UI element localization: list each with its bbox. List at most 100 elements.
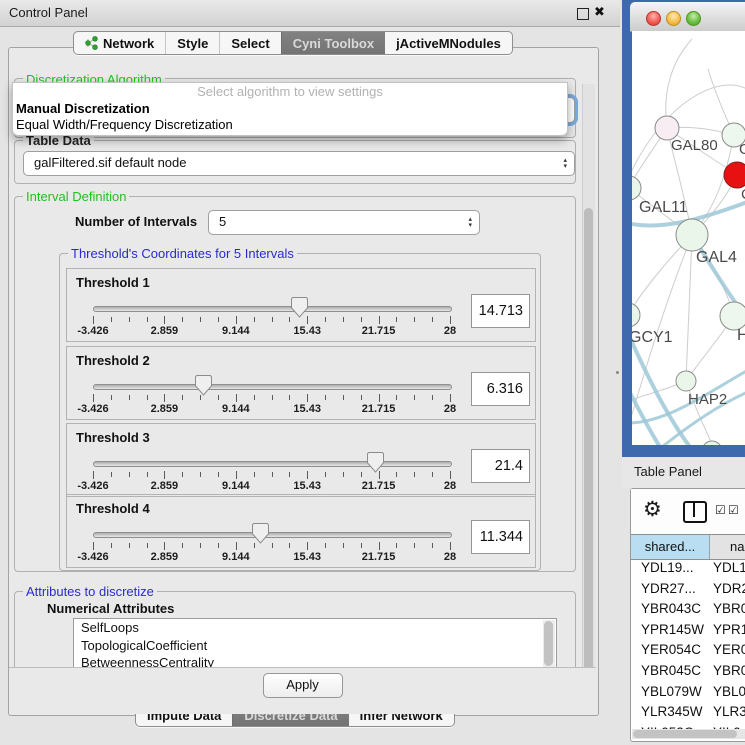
network-node-h[interactable] <box>720 302 745 330</box>
close-icon[interactable]: ✖ <box>594 4 605 20</box>
combobox-stepper-icon: ▴▾ <box>563 152 567 175</box>
slider-thumb[interactable] <box>367 452 384 473</box>
attribute-list-item[interactable]: SelfLoops <box>74 619 556 637</box>
table-row[interactable]: YBL079WYBL0 <box>631 682 745 703</box>
threshold-value-field[interactable]: 14.713 <box>471 294 530 328</box>
control-tab-style[interactable]: Style <box>165 32 219 54</box>
table-body: YDL19...YDL1YDR27...YDR2YBR043C YBR0 YPR14… <box>631 558 745 729</box>
thresholds-group: Threshold's Coordinates for 5 Intervals … <box>59 253 541 571</box>
node-label: H <box>737 327 745 344</box>
float-window-icon[interactable] <box>577 8 589 20</box>
split-columns-icon[interactable] <box>683 501 707 523</box>
scale-label: 9.144 <box>222 551 250 563</box>
table-row[interactable]: YER054CYER0 <box>631 640 745 661</box>
scale-label: 2.859 <box>151 403 179 415</box>
cell-name: YDL1 <box>713 560 745 575</box>
threshold-slider-row: Threshold 4 -3.4262.8599.14415.4321.7152… <box>66 494 536 568</box>
attribute-list-item[interactable]: TopologicalCoefficient <box>74 637 556 655</box>
numerical-attributes-list[interactable]: SelfLoopsTopologicalCoefficientBetweenne… <box>73 618 557 670</box>
scale-label: 15.43 <box>293 325 321 337</box>
minimize-traffic-light[interactable] <box>666 11 681 26</box>
control-tab-network[interactable]: Network <box>74 32 165 54</box>
scale-label: 9.144 <box>222 325 250 337</box>
table-row[interactable]: YBR045CYBR0 <box>631 661 745 682</box>
cell-shared-name: YBR043C <box>641 601 701 616</box>
table-row[interactable]: YDR27...YDR2 <box>631 579 745 600</box>
slider-scale-labels: -3.4262.8599.14415.4321.71528 <box>93 480 450 492</box>
cell-name: YER0 <box>713 642 745 657</box>
list-scrollbar[interactable] <box>543 620 555 668</box>
slider-track[interactable] <box>93 384 452 390</box>
network-node[interactable] <box>702 441 722 445</box>
scale-label: 28 <box>444 551 456 563</box>
control-tab-jactivemnodules[interactable]: jActiveMNodules <box>385 32 512 54</box>
close-traffic-light[interactable] <box>646 11 661 26</box>
table-row[interactable]: YBR043C YBR0 <box>631 599 745 620</box>
node-label: GCY1 <box>632 329 673 346</box>
table-data-group: Table Data galFiltered.sif default node … <box>14 140 576 184</box>
slider-track[interactable] <box>93 532 452 538</box>
slider-thumb[interactable] <box>252 523 269 544</box>
tab-label: Network <box>103 36 154 51</box>
node-label: GAL4 <box>696 249 737 266</box>
control-tab-select[interactable]: Select <box>219 32 280 54</box>
tab-label: Style <box>177 36 208 51</box>
scale-label: 15.43 <box>293 551 321 563</box>
cell-name: YLR3 <box>713 704 745 719</box>
column-header-shared-name[interactable]: shared... <box>631 535 710 559</box>
threshold-label: Threshold 2 <box>76 353 150 368</box>
dropdown-item[interactable]: Equal Width/Frequency Discretization <box>13 117 567 133</box>
slider-track[interactable] <box>93 306 452 312</box>
num-intervals-label: Number of Intervals <box>75 214 197 229</box>
num-intervals-value: 5 <box>219 214 226 229</box>
dropdown-placeholder-item[interactable]: Select algorithm to view settings <box>13 83 567 101</box>
cell-shared-name: YPR145W <box>641 622 704 637</box>
table-panel: ⚙ ☑ ☑ shared... na YDL19...YDL1YDR27...Y… <box>630 488 745 742</box>
network-canvas[interactable]: GAL80GACGAL11GAL4GCY1HHAP2 <box>632 31 745 445</box>
node-label: GA <box>739 141 745 158</box>
threshold-value-field[interactable]: 11.344 <box>471 520 530 554</box>
slider-track[interactable] <box>93 461 452 467</box>
scale-label: 9.144 <box>222 480 250 492</box>
split-divider-handle[interactable] <box>616 371 619 374</box>
interval-group-title: Interval Definition <box>23 189 129 204</box>
num-intervals-combobox[interactable]: 5 ▴▾ <box>208 210 480 235</box>
gear-icon[interactable]: ⚙ <box>643 497 662 522</box>
network-node-c[interactable] <box>724 162 745 188</box>
slider-thumb[interactable] <box>291 297 308 318</box>
network-node-gcy1[interactable] <box>632 303 640 327</box>
network-node-hap2[interactable] <box>676 371 696 391</box>
network-node-gal4[interactable] <box>676 219 708 251</box>
dropdown-item[interactable]: Manual Discretization <box>13 101 567 117</box>
scale-label: 21.715 <box>362 325 396 337</box>
table-data-combobox-value: galFiltered.sif default node <box>34 155 186 170</box>
column-header-name[interactable]: na <box>710 535 745 559</box>
table-row[interactable]: YPR145WYPR1 <box>631 620 745 641</box>
scale-label: -3.426 <box>77 325 108 337</box>
table-data-combobox[interactable]: galFiltered.sif default node ▴▾ <box>23 151 575 176</box>
slider-thumb[interactable] <box>195 375 212 396</box>
cell-name: YBR0 <box>713 601 745 616</box>
scale-label: 2.859 <box>151 551 179 563</box>
scale-label: 28 <box>444 480 456 492</box>
table-row[interactable]: YDL19...YDL1 <box>631 558 745 579</box>
apply-button[interactable]: Apply <box>263 673 343 698</box>
panel-scrollbar[interactable] <box>582 84 595 698</box>
control-panel-title: Control Panel <box>9 5 88 20</box>
table-row[interactable]: YLR345WYLR3 <box>631 702 745 723</box>
checkbox-icon[interactable]: ☑ <box>728 503 739 517</box>
table-toolbar: ⚙ ☑ ☑ <box>631 489 745 534</box>
table-panel-title: Table Panel <box>634 464 702 479</box>
cell-shared-name: YBR045C <box>641 663 701 678</box>
checkbox-icon[interactable]: ☑ <box>715 503 726 517</box>
threshold-value-field[interactable]: 6.316 <box>471 372 530 406</box>
scale-label: 21.715 <box>362 403 396 415</box>
scale-label: 15.43 <box>293 480 321 492</box>
control-panel-tabbar: Network Style SelectCyni ToolboxjActiveMNo… <box>73 31 513 55</box>
table-horizontal-scrollbar[interactable] <box>632 729 745 739</box>
table-header-row: shared... na <box>631 534 745 560</box>
zoom-traffic-light[interactable] <box>686 11 701 26</box>
cell-name: YDR2 <box>713 581 745 596</box>
threshold-value-field[interactable]: 21.4 <box>471 449 530 483</box>
control-tab-cyni-toolbox[interactable]: Cyni Toolbox <box>281 32 385 54</box>
